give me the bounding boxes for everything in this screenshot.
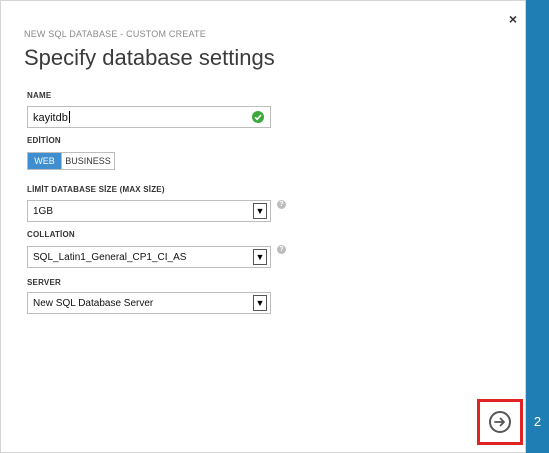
page-title: Specify database settings [24,45,275,70]
help-icon[interactable]: ? [277,200,286,209]
step-number: 2 [533,414,542,429]
name-value: kayitdb [33,112,68,124]
size-select[interactable]: 1GB ▼ [27,200,271,222]
chevron-down-icon: ▼ [253,249,267,265]
close-button[interactable]: × [506,11,520,27]
help-icon[interactable]: ? [277,245,286,254]
wizard-header: NEW SQL DATABASE - CUSTOM CREATE [24,29,206,39]
server-label: SERVER [27,278,61,287]
name-label: NAME [27,91,52,100]
server-select[interactable]: New SQL Database Server ▼ [27,292,271,314]
edition-web-option[interactable]: WEB [28,153,61,169]
edition-toggle: WEB BUSINESS [27,152,115,170]
wizard-step-strip: 2 [526,0,549,453]
edition-business-option[interactable]: BUSINESS [61,153,114,169]
arrow-right-icon [489,411,511,433]
next-button[interactable] [477,399,523,445]
close-icon: × [508,11,518,27]
edition-label: EDİTİON [27,136,61,145]
collation-select[interactable]: SQL_Latin1_General_CP1_CI_AS ▼ [27,246,271,268]
create-database-dialog: × NEW SQL DATABASE - CUSTOM CREATE Speci… [0,0,526,453]
name-field[interactable]: kayitdb [27,106,271,128]
collation-value: SQL_Latin1_General_CP1_CI_AS [33,252,187,263]
check-icon [252,111,264,123]
size-label: LİMİT DATABASE SİZE (MAX SİZE) [27,185,165,194]
size-value: 1GB [33,206,54,217]
chevron-down-icon: ▼ [253,203,267,219]
server-value: New SQL Database Server [33,298,154,309]
collation-label: COLLATİON [27,230,75,239]
chevron-down-icon: ▼ [253,295,267,311]
